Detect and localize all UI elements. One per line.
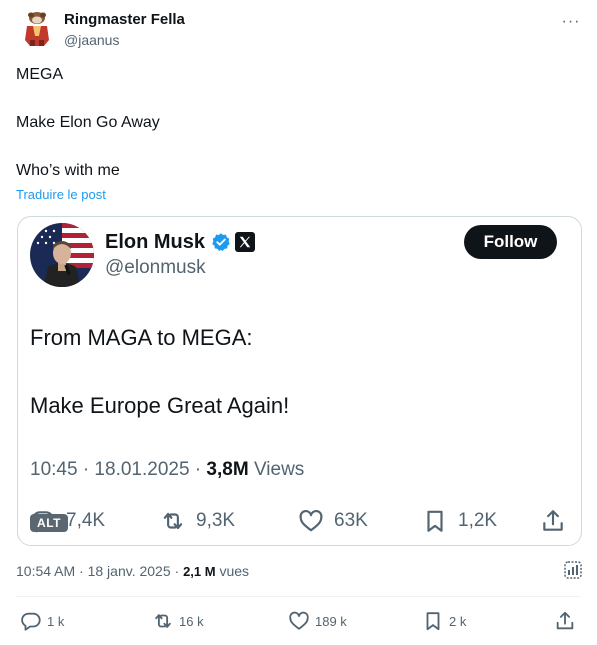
quoted-share-action <box>540 505 566 537</box>
post-line: Who’s with me <box>16 162 120 179</box>
quoted-time-date: 10:45 · 18.01.2025 · <box>30 459 207 480</box>
x-logo-icon <box>235 232 256 252</box>
post-line: MEGA <box>16 66 64 83</box>
quoted-repost-count: 9,3K <box>196 510 236 531</box>
author-avatar[interactable] <box>18 10 56 48</box>
author-name[interactable]: Ringmaster Fella <box>64 11 185 28</box>
quoted-views-count: 3,8M <box>206 459 249 480</box>
quoted-post-meta: 10:45 · 18.01.2025 · 3,8M Views <box>30 459 304 481</box>
post-time-date[interactable]: 10:54 AM · 18 janv. 2025 · <box>16 563 183 579</box>
translate-post-link[interactable]: Traduire le post <box>16 187 106 202</box>
post-header: Ringmaster Fella @jaanus ··· <box>14 8 589 52</box>
post-timestamp: 10:54 AM · 18 janv. 2025 · 2,1 M vues <box>16 563 249 579</box>
quoted-repost-action: 9,3K <box>160 505 235 537</box>
analytics-icon[interactable] <box>563 560 583 580</box>
divider <box>16 596 581 597</box>
quoted-author-handle: @elonmusk <box>105 257 206 278</box>
quoted-post-actions: 7,4K ALT 9,3K 63K 1,2K <box>30 505 570 537</box>
share-icon <box>543 510 563 531</box>
heart-icon <box>289 611 309 630</box>
repost-icon <box>155 614 171 628</box>
quoted-text-line: From MAGA to MEGA: <box>30 325 253 350</box>
post-views-count: 2,1 M <box>183 564 216 579</box>
author-handle[interactable]: @jaanus <box>64 32 119 48</box>
quoted-bookmark-action: 1,2K <box>422 505 497 537</box>
quoted-post-image[interactable]: Elon Musk @elonmusk Follow From MAGA to … <box>17 216 582 546</box>
reply-count: 1 k <box>47 613 65 629</box>
repost-count: 16 k <box>179 613 204 629</box>
quoted-author-row: Elon Musk <box>105 230 256 254</box>
quoted-like-count: 63K <box>334 510 368 531</box>
heart-icon <box>299 509 323 532</box>
follow-button[interactable]: Follow <box>464 225 557 259</box>
bookmark-button[interactable]: 2 k <box>422 608 466 634</box>
quoted-like-action: 63K <box>298 505 368 537</box>
alt-badge[interactable]: ALT <box>30 514 68 532</box>
quoted-views-label: Views <box>248 459 305 480</box>
reply-icon <box>21 612 41 631</box>
bookmark-count: 2 k <box>449 613 467 629</box>
quoted-bookmark-count: 1,2K <box>458 510 498 531</box>
quoted-text-line: Make Europe Great Again! <box>30 393 290 418</box>
like-count: 189 k <box>315 613 347 629</box>
bookmark-icon <box>426 612 440 631</box>
post-actions: 1 k 16 k 189 k 2 k <box>16 608 581 634</box>
reply-button[interactable]: 1 k <box>20 608 64 634</box>
share-icon <box>556 611 574 630</box>
repost-button[interactable]: 16 k <box>152 608 204 634</box>
post-line: Make Elon Go Away <box>16 114 160 131</box>
post-views-label: vues <box>215 563 250 579</box>
repost-icon <box>163 512 183 530</box>
verified-badge-icon <box>212 233 230 251</box>
like-button[interactable]: 189 k <box>288 608 347 634</box>
more-options-icon[interactable]: ··· <box>561 13 581 30</box>
quoted-post-text: From MAGA to MEGA: Make Europe Great Aga… <box>30 325 570 419</box>
quoted-reply-count: 7,4K <box>66 510 106 531</box>
bookmark-icon <box>427 510 443 532</box>
share-button[interactable] <box>554 608 576 634</box>
quoted-author-name: Elon Musk <box>105 230 206 253</box>
quoted-author-avatar <box>30 223 94 287</box>
